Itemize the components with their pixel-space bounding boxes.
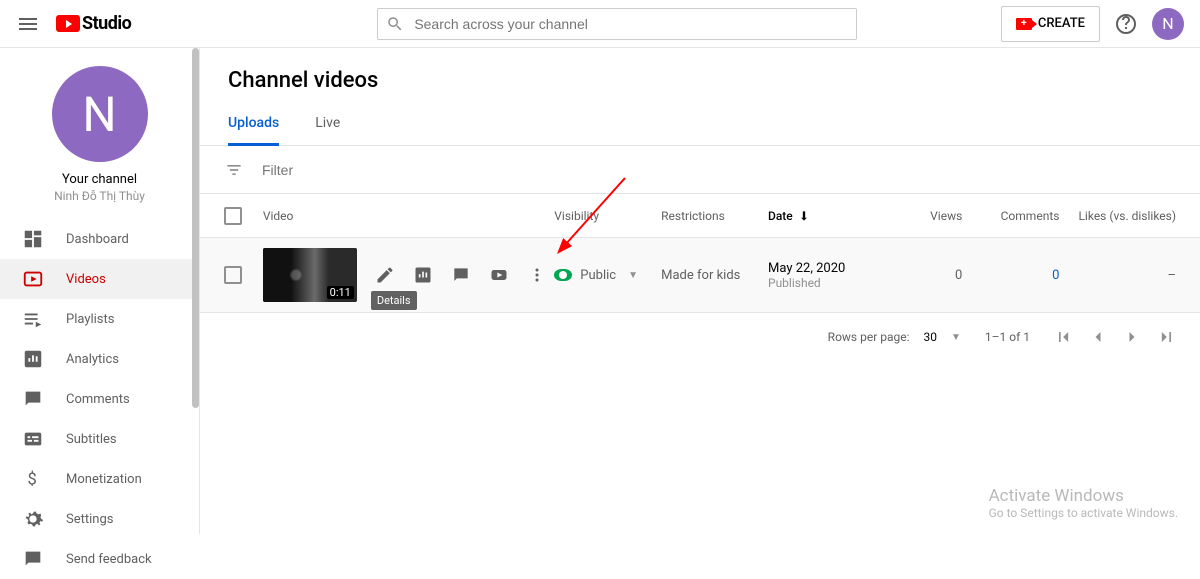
- col-visibility[interactable]: Visibility: [554, 209, 661, 223]
- svg-text:$: $: [28, 471, 37, 490]
- comments-action-icon[interactable]: [451, 265, 471, 285]
- col-date[interactable]: Date: [768, 209, 885, 223]
- date-status: Published: [768, 276, 885, 290]
- table-header: Video Visibility Restrictions Date Views…: [200, 194, 1200, 238]
- help-icon[interactable]: [1114, 12, 1138, 36]
- dashboard-icon: [22, 228, 44, 250]
- nav-comments[interactable]: Comments: [0, 379, 199, 419]
- search-icon: [386, 15, 404, 33]
- last-page-icon[interactable]: [1156, 327, 1176, 347]
- gear-icon: [22, 508, 44, 530]
- logo[interactable]: Studio: [56, 13, 131, 34]
- youtube-action-icon[interactable]: [489, 265, 509, 285]
- row-checkbox[interactable]: [224, 266, 242, 284]
- col-comments[interactable]: Comments: [962, 209, 1059, 223]
- tab-live[interactable]: Live: [315, 103, 340, 145]
- filter-icon[interactable]: [224, 160, 244, 180]
- rows-per-page-label: Rows per page:: [828, 330, 910, 344]
- visibility-dropdown[interactable]: Public ▼: [554, 268, 661, 283]
- nav-settings[interactable]: Settings: [0, 499, 199, 539]
- channel-label: Your channel: [12, 172, 187, 187]
- video-row[interactable]: 0:11 Details Public ▼ Made for k: [200, 238, 1200, 313]
- filter-input[interactable]: [262, 162, 1176, 178]
- sidebar: N Your channel Ninh Đỗ Thị Thùy Dashboar…: [0, 48, 200, 534]
- public-eye-icon: [554, 269, 572, 281]
- prev-page-icon[interactable]: [1088, 327, 1108, 347]
- analytics-icon: [22, 348, 44, 370]
- header: Studio CREATE N: [0, 0, 1200, 48]
- account-avatar[interactable]: N: [1152, 8, 1184, 40]
- likes-value: –: [1167, 268, 1176, 283]
- views-value: 0: [955, 268, 962, 283]
- select-all-checkbox[interactable]: [224, 207, 242, 225]
- hamburger-icon[interactable]: [16, 12, 40, 36]
- videos-icon: [22, 268, 44, 290]
- video-duration: 0:11: [327, 286, 354, 299]
- col-views[interactable]: Views: [885, 209, 963, 223]
- nav-dashboard[interactable]: Dashboard: [0, 219, 199, 259]
- filter-row: [200, 146, 1200, 194]
- search-input[interactable]: [414, 16, 848, 32]
- windows-watermark: Activate Windows Go to Settings to activ…: [989, 486, 1178, 520]
- create-label: CREATE: [1038, 16, 1085, 31]
- col-video[interactable]: Video: [263, 209, 554, 223]
- rows-per-page-value[interactable]: 30▼: [924, 330, 961, 344]
- nav-playlists[interactable]: Playlists: [0, 299, 199, 339]
- next-page-icon[interactable]: [1122, 327, 1142, 347]
- playlists-icon: [22, 308, 44, 330]
- col-restrictions[interactable]: Restrictions: [661, 209, 768, 223]
- page-title: Channel videos: [200, 48, 1200, 103]
- nav-feedback[interactable]: Send feedback: [0, 539, 199, 579]
- create-camera-icon: [1016, 18, 1032, 30]
- nav: Dashboard Videos Playlists Analytics Com…: [0, 219, 199, 579]
- chevron-down-icon: ▼: [951, 332, 961, 343]
- arrow-down-icon: [797, 209, 811, 223]
- main-content: Channel videos Uploads Live Video Visibi…: [200, 48, 1200, 534]
- subtitles-icon: [22, 428, 44, 450]
- edit-icon[interactable]: [375, 265, 395, 285]
- channel-avatar[interactable]: N: [52, 66, 148, 162]
- restrictions-value: Made for kids: [661, 268, 768, 283]
- chevron-down-icon: ▼: [628, 270, 638, 281]
- nav-monetization[interactable]: $ Monetization: [0, 459, 199, 499]
- nav-analytics[interactable]: Analytics: [0, 339, 199, 379]
- logo-text: Studio: [82, 13, 131, 34]
- youtube-play-icon: [56, 15, 80, 32]
- dollar-icon: $: [22, 468, 44, 490]
- sidebar-scrollbar[interactable]: [191, 48, 199, 534]
- create-button[interactable]: CREATE: [1001, 6, 1100, 42]
- more-vert-icon[interactable]: [527, 265, 547, 285]
- row-actions: Details: [375, 265, 547, 285]
- tabs: Uploads Live: [200, 103, 1200, 146]
- feedback-icon: [22, 548, 44, 570]
- details-tooltip: Details: [371, 291, 417, 310]
- col-likes[interactable]: Likes (vs. dislikes): [1059, 209, 1176, 223]
- search-box[interactable]: [377, 8, 857, 40]
- video-thumbnail[interactable]: 0:11: [263, 248, 357, 302]
- nav-subtitles[interactable]: Subtitles: [0, 419, 199, 459]
- first-page-icon[interactable]: [1054, 327, 1074, 347]
- channel-name: Ninh Đỗ Thị Thùy: [12, 189, 187, 203]
- analytics-action-icon[interactable]: [413, 265, 433, 285]
- channel-block: N Your channel Ninh Đỗ Thị Thùy: [0, 48, 199, 213]
- pagination: Rows per page: 30▼ 1–1 of 1: [200, 313, 1200, 361]
- comments-icon: [22, 388, 44, 410]
- page-range: 1–1 of 1: [985, 330, 1030, 344]
- tab-uploads[interactable]: Uploads: [228, 103, 279, 145]
- comments-value[interactable]: 0: [1052, 268, 1059, 283]
- nav-videos[interactable]: Videos: [0, 259, 199, 299]
- date-value: May 22, 2020: [768, 261, 885, 276]
